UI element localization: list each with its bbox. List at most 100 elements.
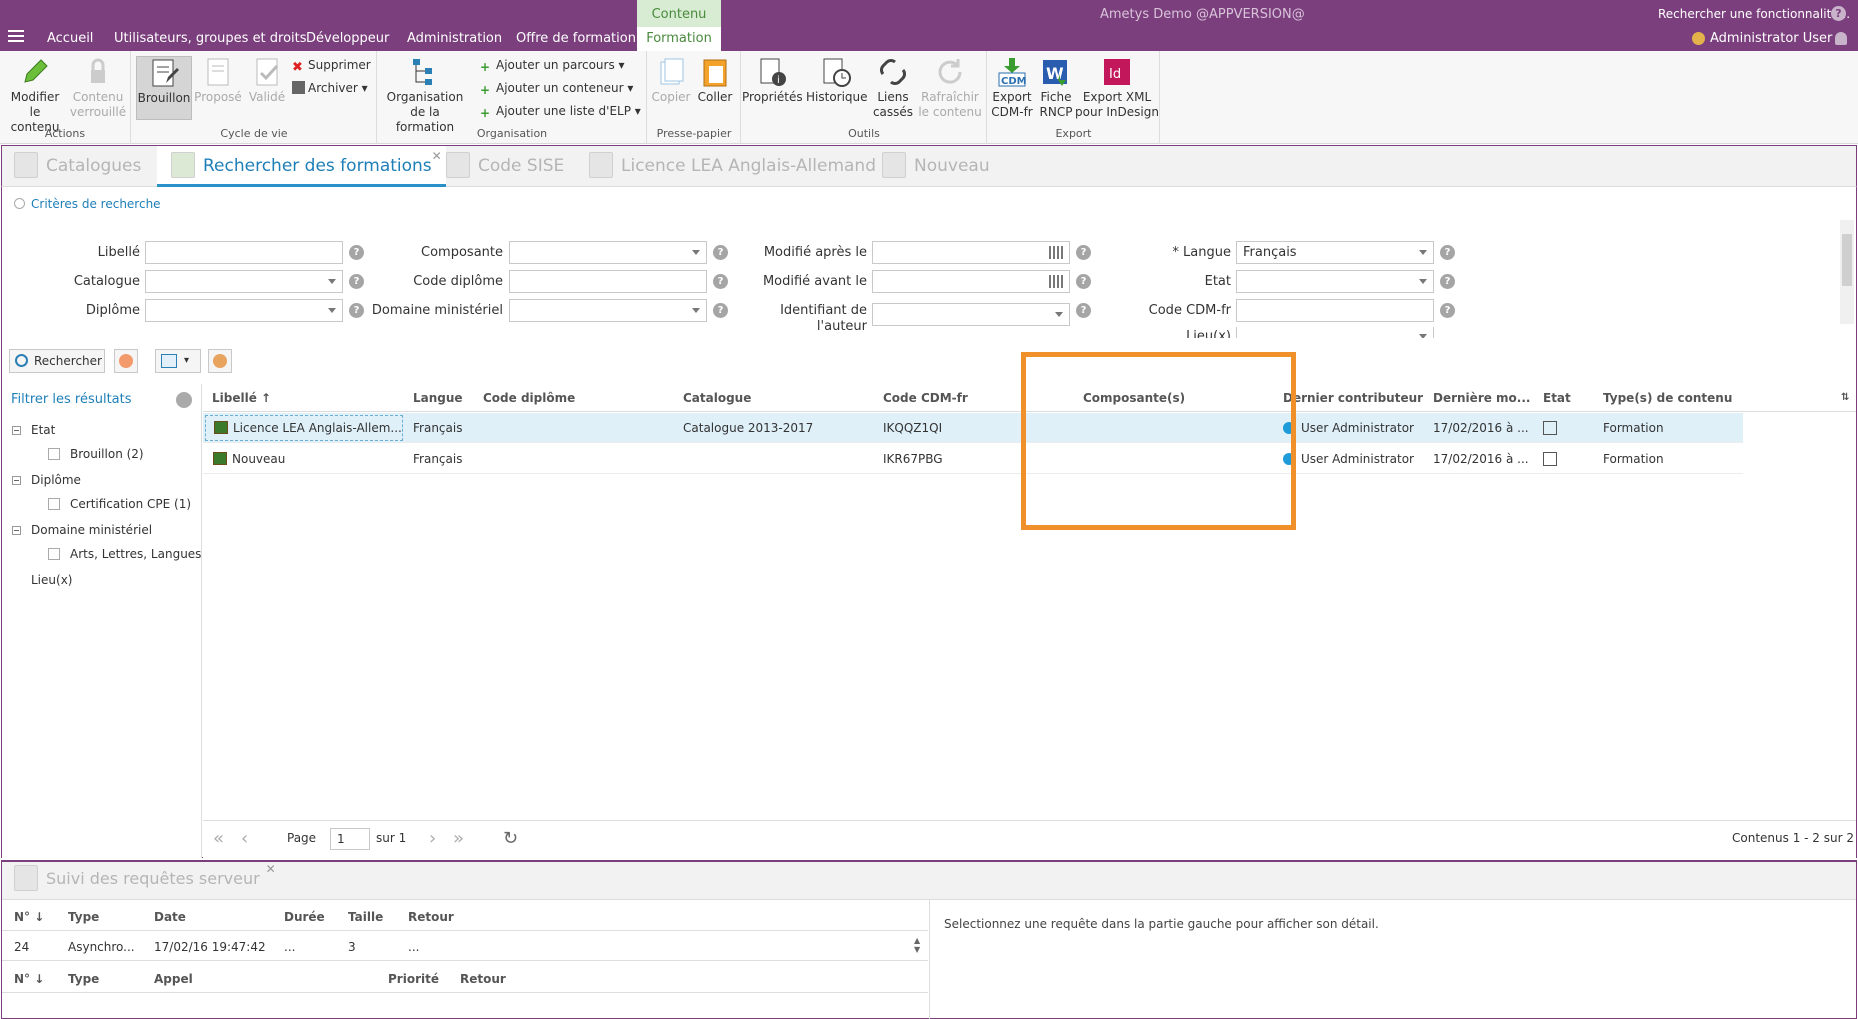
proposed-button[interactable]: Proposé bbox=[194, 56, 242, 105]
column-header-contributeur[interactable]: Dernier contributeur bbox=[1283, 384, 1423, 412]
filter-item-arts[interactable]: Arts, Lettres, Langues (1 bbox=[70, 547, 202, 561]
delete-button[interactable]: ✖ Supprimer bbox=[292, 58, 371, 75]
properties-button[interactable]: i Propriétés bbox=[742, 56, 803, 105]
help-icon[interactable]: ? bbox=[1440, 303, 1455, 318]
column-header-type[interactable]: Type(s) de contenu bbox=[1603, 384, 1732, 412]
column-header-code-cdm[interactable]: Code CDM-fr bbox=[883, 384, 968, 412]
help-icon[interactable]: ? bbox=[1076, 303, 1091, 318]
filter-item-brouillon[interactable]: Brouillon (2) bbox=[70, 447, 144, 461]
nav-tab-administration[interactable]: Administration bbox=[407, 31, 502, 46]
calendar-icon[interactable] bbox=[1049, 275, 1063, 288]
tab-nouveau[interactable]: Nouveau bbox=[882, 146, 990, 187]
column-header-catalogue[interactable]: Catalogue bbox=[683, 384, 751, 412]
column-header-type[interactable]: Type bbox=[68, 972, 99, 986]
page-number-input[interactable]: 1 bbox=[330, 828, 370, 850]
draft-button[interactable]: Brouillon bbox=[136, 56, 192, 120]
code-cdm-input[interactable] bbox=[1236, 299, 1434, 322]
column-header-etat[interactable]: Etat bbox=[1543, 384, 1571, 412]
column-header-taille[interactable]: Taille bbox=[348, 910, 383, 924]
column-header-retour[interactable]: Retour bbox=[460, 972, 506, 986]
nav-tab-offre[interactable]: Offre de formation bbox=[516, 31, 636, 46]
next-page-icon[interactable]: › bbox=[429, 828, 436, 849]
bell-icon[interactable] bbox=[1835, 32, 1847, 45]
help-icon[interactable]: ? bbox=[713, 245, 728, 260]
modif-avant-date-input[interactable] bbox=[872, 270, 1070, 293]
domaine-select[interactable] bbox=[509, 299, 707, 322]
export-cdm-button[interactable]: CDM Export CDM-fr bbox=[990, 56, 1034, 120]
copy-button[interactable]: Copier bbox=[650, 56, 692, 105]
user-name[interactable]: Administrator User bbox=[1710, 31, 1832, 46]
hamburger-menu-icon[interactable] bbox=[8, 30, 24, 44]
nav-tab-formation[interactable]: Formation bbox=[637, 27, 721, 51]
column-header-appel[interactable]: Appel bbox=[154, 972, 193, 986]
help-icon[interactable]: ? bbox=[1440, 245, 1455, 260]
composante-select[interactable] bbox=[509, 241, 707, 264]
filter-item-certification[interactable]: Certification CPE (1) bbox=[70, 497, 191, 511]
add-parcours-button[interactable]: + Ajouter un parcours ▾ bbox=[480, 58, 625, 74]
help-icon[interactable]: ? bbox=[713, 274, 728, 289]
paste-button[interactable]: Coller bbox=[694, 56, 736, 105]
collapse-icon[interactable] bbox=[12, 526, 21, 535]
first-page-icon[interactable]: « bbox=[213, 828, 224, 849]
sort-az-icon[interactable]: ⇅ bbox=[1841, 384, 1849, 412]
scroll-arrows-icon[interactable]: ▲ ▼ bbox=[914, 936, 920, 954]
column-header-code-diplome[interactable]: Code diplôme bbox=[483, 384, 575, 412]
last-page-icon[interactable]: » bbox=[453, 828, 464, 849]
scrollbar-thumb[interactable] bbox=[1842, 234, 1852, 286]
column-header-retour[interactable]: Retour bbox=[408, 910, 454, 924]
previous-page-icon[interactable]: ‹ bbox=[241, 828, 248, 849]
criteria-toggle[interactable]: Critères de recherche bbox=[14, 197, 161, 211]
filter-group-diplome[interactable]: Diplôme bbox=[31, 473, 81, 487]
filter-group-lieu[interactable]: Lieu(x) bbox=[31, 573, 72, 587]
broken-links-button[interactable]: Liens cassés bbox=[870, 56, 916, 120]
column-header-priorite[interactable]: Priorité bbox=[388, 972, 439, 986]
refresh-icon[interactable]: ↻ bbox=[503, 828, 518, 849]
help-icon[interactable]: ? bbox=[1831, 6, 1846, 21]
table-row[interactable]: Licence LEA Anglais-Allem... Français Ca… bbox=[203, 413, 1743, 443]
edit-content-button[interactable]: Modifier le contenu bbox=[5, 56, 65, 135]
calendar-icon[interactable] bbox=[1049, 246, 1063, 259]
nav-tab-users[interactable]: Utilisateurs, groupes et droits bbox=[114, 31, 307, 46]
auteur-select[interactable] bbox=[872, 303, 1070, 326]
help-icon[interactable]: ? bbox=[1440, 274, 1455, 289]
filter-group-domaine[interactable]: Domaine ministériel bbox=[31, 523, 152, 537]
tab-licence-lea[interactable]: Licence LEA Anglais-Allemand bbox=[589, 146, 876, 187]
nav-tab-developpeur[interactable]: Développeur bbox=[306, 31, 389, 46]
diplome-select[interactable] bbox=[145, 299, 343, 322]
filter-checkbox[interactable] bbox=[48, 548, 60, 560]
help-icon[interactable]: ? bbox=[713, 303, 728, 318]
organisation-button[interactable]: Organisation de la formation bbox=[386, 56, 464, 135]
column-header-num[interactable]: N° ↓ bbox=[14, 910, 44, 924]
column-header-date[interactable]: Dernière mo... bbox=[1433, 384, 1530, 412]
export-results-button[interactable] bbox=[208, 349, 232, 373]
column-header-num[interactable]: N° ↓ bbox=[14, 972, 44, 986]
search-button[interactable]: Rechercher bbox=[9, 349, 105, 373]
tab-rechercher-formations[interactable]: Rechercher des formations ✕ bbox=[157, 146, 446, 187]
close-tab-icon[interactable]: ✕ bbox=[266, 852, 276, 886]
table-row[interactable]: Nouveau Français IKR67PBG User Administr… bbox=[203, 444, 1743, 474]
nav-tab-accueil[interactable]: Accueil bbox=[47, 31, 93, 46]
filter-checkbox[interactable] bbox=[48, 448, 60, 460]
export-indesign-button[interactable]: Id Export XML pour InDesign bbox=[1074, 56, 1160, 120]
add-elp-button[interactable]: + Ajouter une liste d'ELP ▾ bbox=[480, 104, 641, 120]
table-row[interactable]: 24 Asynchro... 17/02/16 19:47:42 ... 3 .… bbox=[2, 936, 912, 958]
locked-content-button[interactable]: Contenu verrouillé bbox=[68, 56, 128, 120]
columns-menu-button[interactable]: ▾ bbox=[155, 349, 201, 373]
filter-group-etat[interactable]: Etat bbox=[31, 423, 55, 437]
langue-select[interactable]: Français bbox=[1236, 241, 1434, 264]
reset-button[interactable] bbox=[114, 349, 138, 373]
rncp-sheet-button[interactable]: W Fiche RNCP bbox=[1036, 56, 1076, 120]
help-icon[interactable]: ? bbox=[1076, 245, 1091, 260]
modif-apres-date-input[interactable] bbox=[872, 241, 1070, 264]
add-container-button[interactable]: + Ajouter un conteneur ▾ bbox=[480, 81, 633, 97]
column-header-type[interactable]: Type bbox=[68, 910, 99, 924]
archive-button[interactable]: Archiver ▾ bbox=[292, 81, 368, 95]
column-header-duree[interactable]: Durée bbox=[284, 910, 325, 924]
etat-select[interactable] bbox=[1236, 270, 1434, 293]
column-header-composantes[interactable]: Composante(s) bbox=[1083, 384, 1185, 412]
tab-server-requests[interactable]: Suivi des requêtes serveur ✕ bbox=[14, 862, 276, 898]
tab-catalogues[interactable]: Catalogues bbox=[14, 146, 141, 187]
libelle-input[interactable] bbox=[145, 241, 343, 264]
lieu-select[interactable] bbox=[1236, 327, 1434, 338]
tab-code-sise[interactable]: Code SISE bbox=[446, 146, 564, 187]
